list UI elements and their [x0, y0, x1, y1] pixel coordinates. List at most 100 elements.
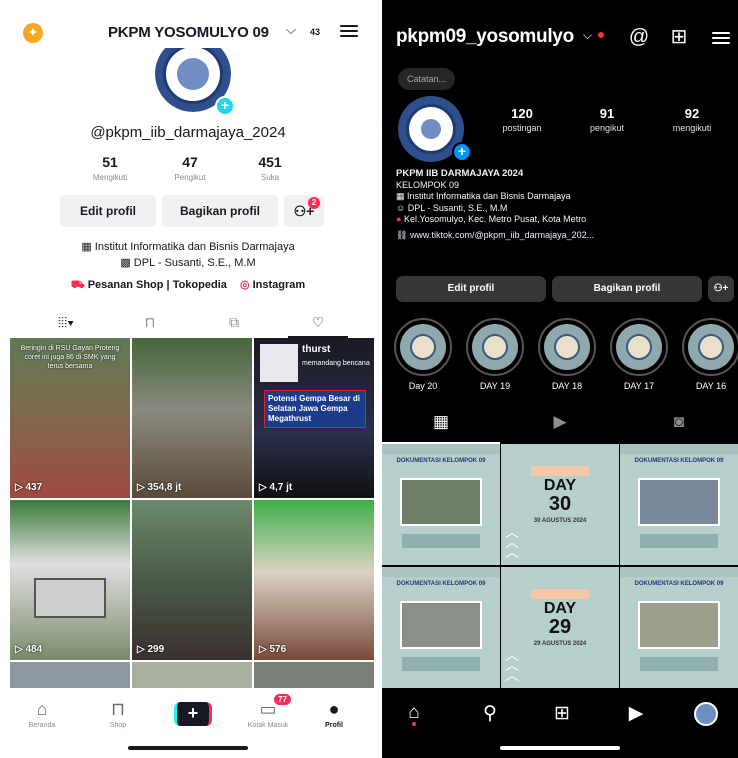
reels-icon[interactable]: ▶ [616, 702, 656, 725]
profile-stats: 51 Mengikuti 47 Pengikut 451 Suka [70, 154, 310, 190]
post-thumbnail[interactable]: DAY 30 30 AGUSTUS 2024 ︿ ︿ ︿ [501, 444, 619, 565]
stat-value: 47 [182, 154, 198, 170]
video-thumbnail[interactable]: ▷ 299 [132, 500, 252, 660]
tab-videos[interactable]: ⦙⦙⦙▾ [46, 314, 86, 331]
highlight-item[interactable]: DAY 17 [608, 318, 670, 391]
add-story-icon[interactable]: + [452, 142, 472, 162]
edit-profile-button[interactable]: Edit profil [60, 195, 156, 227]
post-title: DOKUMENTASI KELOMPOK 09 [396, 581, 486, 587]
stat-followers[interactable]: 47 Pengikut [150, 154, 230, 190]
post-thumbnail[interactable]: DOKUMENTASI KELOMPOK 09 [382, 444, 500, 565]
video-thumbnail[interactable]: ▷ 576 [254, 500, 374, 660]
add-post-icon[interactable]: ⊞ [542, 702, 582, 725]
home-icon[interactable]: ⌂ [394, 702, 434, 724]
highlight-item[interactable]: Day 20 [392, 318, 454, 391]
video-thumbnail[interactable]: ▷ 354,8 jt [132, 338, 252, 498]
nav-inbox[interactable]: ▭ 77 Kotak Masuk [238, 694, 298, 729]
bio-line: ▦ Institut Informatika dan Bisnis Darmaj… [396, 191, 571, 201]
nav-home[interactable]: ⌂ Beranda [12, 698, 72, 729]
video-thumbnail[interactable] [132, 662, 252, 688]
tiktok-profile-screen: ✦ PKPM YOSOMULYO 09 ⌵ 43 + @pkpm_iib_dar… [0, 0, 376, 758]
cart-icon: ⛟ [70, 279, 85, 291]
bio-text: Institut Informatika dan Bisnis Darmajay… [94, 241, 295, 253]
share-profile-button[interactable]: Bagikan profil [552, 276, 702, 302]
bio-name: PKPM IIB DARMAJAYA 2024 [396, 168, 524, 179]
tab-tagged[interactable]: ◙ [659, 412, 699, 432]
profile-handle: @pkpm_iib_darmajaya_2024 [90, 124, 286, 141]
highlight-label: DAY 19 [479, 381, 511, 391]
note-bubble[interactable]: Catatan... [398, 68, 456, 90]
stat-label: postingan [502, 123, 542, 133]
create-button[interactable]: + [174, 702, 212, 726]
video-thumbnail[interactable] [254, 662, 374, 688]
instagram-link[interactable]: Instagram [253, 279, 306, 291]
share-profile-button[interactable]: Bagikan profil [162, 195, 278, 227]
highlight-item[interactable]: DAY 16 [680, 318, 738, 391]
home-indicator [128, 746, 248, 750]
nav-shop[interactable]: ⊓ Shop [88, 698, 148, 729]
notification-dot [412, 722, 416, 726]
screenshot-composite: ✦ PKPM YOSOMULYO 09 ⌵ 43 + @pkpm_iib_dar… [0, 0, 738, 758]
instagram-header: pkpm09_yosomulyo ⌵ @ ⊞ [382, 22, 738, 52]
video-thumbnail[interactable]: Beringin di RSU Gayan Proteng coret ini … [10, 338, 130, 498]
nav-profile[interactable]: ● Profil [304, 698, 364, 729]
bottom-nav: ⌂ ⚲ ⊞ ▶ [382, 692, 738, 758]
search-icon[interactable]: ⚲ [470, 702, 510, 725]
profile-icon: ● [328, 699, 340, 719]
post-thumbnail[interactable]: DOKUMENTASI KELOMPOK 09 [620, 444, 738, 565]
post-thumbnail[interactable]: DAY 29 29 AGUSTUS 2024 ︿ ︿ ︿ [501, 567, 619, 688]
footprint-count[interactable]: 43 [310, 27, 320, 37]
profile-username[interactable]: pkpm09_yosomulyo [396, 26, 574, 48]
highlight-item[interactable]: DAY 19 [464, 318, 526, 391]
view-count: ▷ 576 [259, 644, 287, 655]
video-caption: thurst [302, 344, 331, 355]
home-indicator [500, 746, 620, 750]
stat-likes[interactable]: 451 Suka [230, 154, 310, 190]
stat-following[interactable]: 51 Mengikuti [70, 154, 150, 190]
highlight-item[interactable]: DAY 18 [536, 318, 598, 391]
threads-icon[interactable]: @ [626, 24, 652, 50]
menu-icon[interactable] [340, 22, 358, 38]
bottom-nav: ⌂ Beranda ⊓ Shop + ▭ 77 Kotak Masuk ● Pr… [0, 692, 376, 758]
add-friend-button[interactable]: ⚇+ 2 [284, 195, 324, 227]
view-count: ▷ 437 [15, 482, 43, 493]
tab-shop[interactable]: ⊓ [130, 314, 170, 331]
tab-reposts[interactable]: ⧉ [214, 314, 254, 331]
chevron-down-icon[interactable]: ⌵ [286, 22, 296, 38]
view-count: ▷ 354,8 jt [137, 482, 182, 493]
notification-badge: 2 [308, 197, 320, 209]
post-thumbnail[interactable]: DOKUMENTASI KELOMPOK 09 [620, 567, 738, 688]
add-person-button[interactable]: ⚇+ [708, 276, 734, 302]
chevron-down-icon[interactable]: ⌵ [583, 28, 592, 43]
tab-grid[interactable]: ▦ [421, 412, 461, 432]
bio-link[interactable]: ⛓ www.tiktok.com/@pkpm_iib_darmajaya_202… [396, 230, 732, 242]
video-thumbnail[interactable]: thurst memandang bencana Potensi Gempa B… [254, 338, 374, 498]
link-icon: ⛓ [396, 229, 410, 240]
add-post-icon[interactable]: ⊞ [666, 24, 692, 50]
post-thumbnail[interactable]: DOKUMENTASI KELOMPOK 09 [382, 567, 500, 688]
stat-following[interactable]: 92 mengikuti [652, 106, 732, 133]
day-card: DAY 29 29 AGUSTUS 2024 [531, 589, 589, 647]
video-caption: Potensi Gempa Besar di Selatan Jawa Gemp… [264, 390, 366, 428]
profile-username[interactable]: PKPM YOSOMULYO 09 [108, 24, 269, 41]
video-thumbnail[interactable]: ▷ 484 [10, 500, 130, 660]
stat-value: 120 [511, 106, 533, 121]
building-icon: ▦ [81, 241, 95, 253]
stat-posts[interactable]: 120 postingan [482, 106, 562, 133]
video-thumbnail[interactable] [10, 662, 130, 688]
tab-reels[interactable]: ▶ [540, 412, 580, 432]
add-story-icon[interactable]: + [215, 96, 235, 116]
profile-avatar-icon[interactable] [694, 702, 718, 726]
tab-liked[interactable]: ♡ [298, 314, 338, 331]
menu-icon[interactable] [712, 29, 730, 45]
stat-followers[interactable]: 91 pengikut [567, 106, 647, 133]
highlight-label: DAY 18 [551, 381, 583, 391]
edit-profile-button[interactable]: Edit profil [396, 276, 546, 302]
post-grid: DOKUMENTASI KELOMPOK 09 DAY 30 30 AGUSTU… [382, 444, 738, 688]
highlight-label: Day 20 [408, 381, 438, 391]
coin-icon[interactable]: ✦ [23, 23, 43, 43]
add-person-icon: ⚇+ [713, 283, 729, 294]
video-caption: memandang bencana [302, 360, 370, 367]
stat-label: mengikuti [672, 123, 712, 133]
shop-link[interactable]: Pesanan Shop | Tokopedia [88, 279, 227, 291]
